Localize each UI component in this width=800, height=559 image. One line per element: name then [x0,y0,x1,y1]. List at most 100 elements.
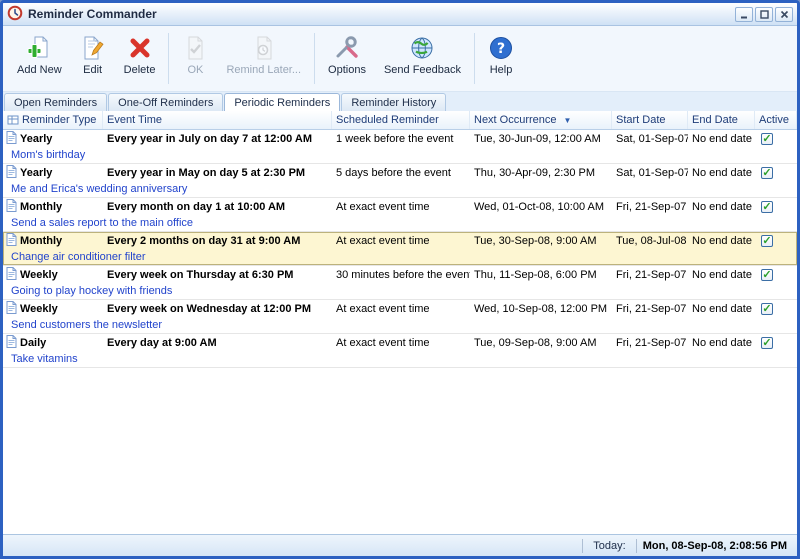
empty-table-area [3,368,797,534]
next-occurrence-cell: Thu, 30-Apr-09, 2:30 PM [470,167,612,179]
table-row[interactable]: WeeklyEvery week on Thursday at 6:30 PM3… [3,266,797,300]
active-checkbox[interactable]: ✓ [761,235,773,247]
toolbar-button-label: Delete [124,64,156,76]
reminder-icon [6,199,17,215]
reminder-main-row: YearlyEvery year in July on day 7 at 12:… [3,130,797,147]
scheduled-reminder-cell: At exact event time [332,201,470,213]
event-time-cell: Every year in May on day 5 at 2:30 PM [103,167,332,179]
end-date-cell: No end date [688,269,755,281]
toolbar-button-label: Edit [83,64,102,76]
start-date-cell: Fri, 21-Sep-07 [612,337,688,349]
column-header-end-date[interactable]: End Date [688,111,755,129]
toolbar-button-ok: OK [174,29,216,88]
toolbar-button-add-new[interactable]: Add New [9,29,70,88]
column-header-active[interactable]: Active [755,111,797,129]
titlebar[interactable]: Reminder Commander [3,3,797,26]
reminder-icon [6,131,17,147]
column-header-label: Next Occurrence [474,114,557,126]
active-cell: ✓ [755,303,797,315]
active-checkbox[interactable]: ✓ [761,133,773,145]
reminder-type: Weekly [20,269,58,281]
table-header: Reminder Type Event Time Scheduled Reminde… [3,111,797,130]
active-checkbox[interactable]: ✓ [761,167,773,179]
reminder-main-row: YearlyEvery year in May on day 5 at 2:30… [3,164,797,181]
reminder-type: Monthly [20,201,62,213]
reminder-type-cell: Monthly [3,199,103,215]
next-occurrence-cell: Tue, 30-Jun-09, 12:00 AM [470,133,612,145]
tab-one-off-reminders[interactable]: One-Off Reminders [108,93,223,111]
active-checkbox[interactable]: ✓ [761,201,773,213]
reminder-main-row: DailyEvery day at 9:00 AMAt exact event … [3,334,797,351]
table-row[interactable]: YearlyEvery year in July on day 7 at 12:… [3,130,797,164]
maximize-button[interactable] [755,7,773,22]
column-header-reminder-type[interactable]: Reminder Type [3,111,103,129]
active-checkbox[interactable]: ✓ [761,269,773,281]
reminder-main-row: Monthly Every 2 months on day 31 at 9:00 … [3,232,797,249]
end-date-cell: No end date [688,201,755,213]
column-header-label: Reminder Type [22,114,96,126]
reminder-description: Mom's birthday [3,147,797,163]
reminder-main-row: WeeklyEvery week on Thursday at 6:30 PM3… [3,266,797,283]
toolbar-button-label: Remind Later... [226,64,301,76]
grid-icon [7,114,19,126]
event-time-cell: Every week on Wednesday at 12:00 PM [103,303,332,315]
toolbar-button-label: Add New [17,64,62,76]
end-date-cell: No end date [688,303,755,315]
tab-reminder-history[interactable]: Reminder History [341,93,446,111]
reminder-icon [6,267,17,283]
options-icon [334,34,360,62]
start-date-cell: Tue, 08-Jul-08 [612,235,688,247]
add-new-icon [26,34,52,62]
toolbar-separator [314,33,315,84]
event-time-cell: Every 2 months on day 31 at 9:00 AM [103,235,332,247]
toolbar: Add New Edit Delete OK Remind Later... Option… [3,26,797,92]
active-checkbox[interactable]: ✓ [761,337,773,349]
table-row[interactable]: YearlyEvery year in May on day 5 at 2:30… [3,164,797,198]
tab-bar: Open RemindersOne-Off RemindersPeriodic … [3,92,797,111]
start-date-cell: Fri, 21-Sep-07 [612,303,688,315]
table-row[interactable]: Weekly Every week on Wednesday at 12:00 P… [3,300,797,334]
toolbar-button-edit[interactable]: Edit [72,29,114,88]
toolbar-button-label: Options [328,64,366,76]
reminder-type-cell: Yearly [3,131,103,147]
reminder-type-cell: Monthly [3,233,103,249]
sort-descending-icon: ▼ [564,116,572,125]
reminder-type: Yearly [20,133,52,145]
tab-periodic-reminders[interactable]: Periodic Reminders [224,93,340,111]
reminder-description: Going to play hockey with friends [3,283,797,299]
close-button[interactable] [775,7,793,22]
column-header-scheduled-reminder[interactable]: Scheduled Reminder [332,111,470,129]
reminder-type-cell: Daily [3,335,103,351]
toolbar-button-help[interactable]: ?Help [480,29,522,88]
scheduled-reminder-cell: 30 minutes before the event [332,269,470,281]
toolbar-button-label: OK [187,64,203,76]
table-row[interactable]: Monthly Every 2 months on day 31 at 9:00 … [3,232,797,266]
help-icon: ? [488,34,514,62]
end-date-cell: No end date [688,235,755,247]
table-row[interactable]: MonthlyEvery month on day 1 at 10:00 AMA… [3,198,797,232]
current-datetime: Mon, 08-Sep-08, 2:08:56 PM [639,540,791,552]
table-row[interactable]: DailyEvery day at 9:00 AMAt exact event … [3,334,797,368]
remind-later-icon [251,34,277,62]
column-header-label: Event Time [107,114,162,126]
start-date-cell: Sat, 01-Sep-07 [612,133,688,145]
column-header-start-date[interactable]: Start Date [612,111,688,129]
toolbar-button-label: Send Feedback [384,64,461,76]
start-date-cell: Fri, 21-Sep-07 [612,269,688,281]
active-cell: ✓ [755,337,797,349]
scheduled-reminder-cell: At exact event time [332,235,470,247]
tab-open-reminders[interactable]: Open Reminders [4,93,107,111]
toolbar-button-send-feedback[interactable]: Send Feedback [376,29,469,88]
reminder-type: Weekly [20,303,58,315]
toolbar-button-options[interactable]: Options [320,29,374,88]
event-time-cell: Every day at 9:00 AM [103,337,332,349]
end-date-cell: No end date [688,133,755,145]
column-header-event-time[interactable]: Event Time [103,111,332,129]
minimize-button[interactable] [735,7,753,22]
statusbar-divider [636,539,637,553]
toolbar-button-delete[interactable]: Delete [116,29,164,88]
reminder-type: Monthly [20,235,62,247]
column-header-next-occurrence[interactable]: Next Occurrence ▼ [470,111,612,129]
active-checkbox[interactable]: ✓ [761,303,773,315]
start-date-cell: Fri, 21-Sep-07 [612,201,688,213]
